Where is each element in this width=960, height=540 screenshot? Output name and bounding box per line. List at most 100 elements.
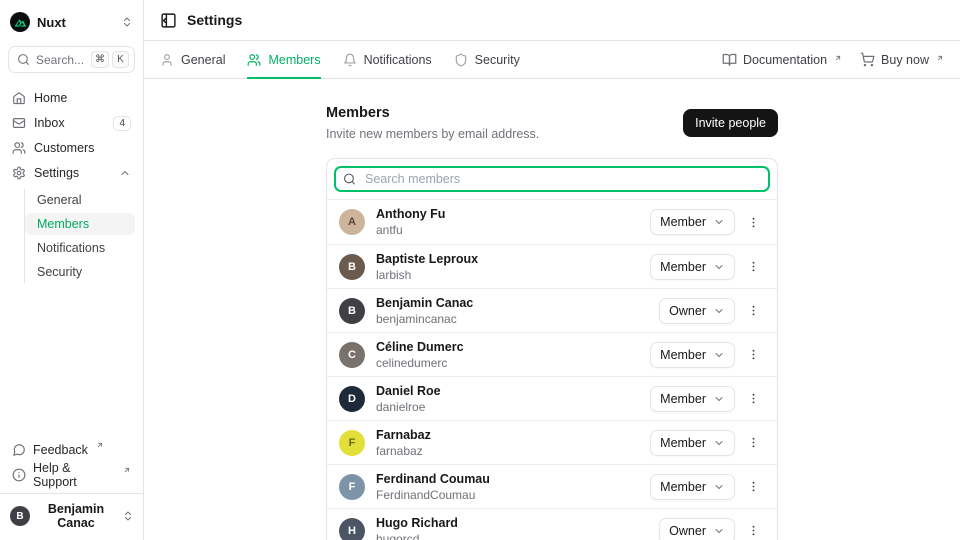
member-actions-menu-button[interactable] [742, 476, 765, 497]
members-description: Invite new members by email address. [326, 127, 539, 141]
sidebar-item-settings-notifications[interactable]: Notifications [25, 237, 135, 259]
user-avatar: B [10, 506, 30, 526]
member-actions-menu-button[interactable] [742, 256, 765, 277]
member-actions-menu-button[interactable] [742, 432, 765, 453]
tab-general[interactable]: General [160, 41, 225, 78]
users-icon [247, 53, 261, 67]
home-icon [12, 91, 26, 105]
documentation-link[interactable]: Documentation [722, 52, 842, 67]
nuxt-logo-icon [10, 12, 30, 32]
member-row: B Baptiste Leproux larbish Member [327, 244, 777, 288]
sidebar-item-settings-security[interactable]: Security [25, 261, 135, 283]
ellipsis-vertical-icon [747, 524, 760, 537]
search-members-input[interactable] [334, 166, 770, 192]
member-username: larbish [376, 268, 478, 282]
member-role-select[interactable]: Member [650, 254, 735, 280]
ellipsis-vertical-icon [747, 436, 760, 449]
member-role-value: Member [660, 260, 706, 274]
member-avatar: B [339, 298, 365, 324]
collapse-sidebar-button[interactable] [160, 12, 177, 29]
chevron-down-icon [713, 349, 725, 361]
members-section-header: Members Invite new members by email addr… [326, 105, 778, 141]
tab-security[interactable]: Security [454, 41, 520, 78]
member-role-select[interactable]: Member [650, 474, 735, 500]
page-header: Settings [144, 0, 960, 41]
sidebar-item-settings-general[interactable]: General [25, 189, 135, 211]
user-menu[interactable]: B Benjamin Canac [0, 493, 144, 532]
member-actions-menu-button[interactable] [742, 212, 765, 233]
member-role-select[interactable]: Owner [659, 298, 735, 324]
chevron-up-icon [119, 167, 131, 179]
member-name: Anthony Fu [376, 207, 445, 221]
sidebar-item-inbox[interactable]: Inbox 4 [8, 112, 135, 134]
main-panel: Settings General Members Notifications S… [144, 0, 960, 540]
settings-tabbar: General Members Notifications Security D… [144, 41, 960, 79]
member-avatar: F [339, 430, 365, 456]
chevrons-up-down-icon [121, 16, 133, 28]
chevron-down-icon [713, 481, 725, 493]
member-role-value: Member [660, 436, 706, 450]
ellipsis-vertical-icon [747, 260, 760, 273]
feedback-link[interactable]: Feedback [8, 439, 135, 460]
member-actions-menu-button[interactable] [742, 344, 765, 365]
ellipsis-vertical-icon [747, 216, 760, 229]
tab-members[interactable]: Members [247, 41, 320, 78]
member-role-value: Member [660, 392, 706, 406]
tab-label: Security [475, 53, 520, 67]
sidebar-item-settings-members[interactable]: Members [25, 213, 135, 235]
inbox-count-badge: 4 [113, 116, 131, 131]
member-role-value: Member [660, 480, 706, 494]
member-username: celinedumerc [376, 356, 464, 370]
sidebar-item-customers[interactable]: Customers [8, 137, 135, 159]
panel-left-close-icon [160, 12, 177, 29]
ellipsis-vertical-icon [747, 348, 760, 361]
member-role-value: Member [660, 348, 706, 362]
sidebar-footer: Feedback Help & Support [8, 439, 135, 493]
member-row: H Hugo Richard hugorcd Owner [327, 508, 777, 540]
ellipsis-vertical-icon [747, 304, 760, 317]
member-name: Ferdinand Coumau [376, 472, 490, 486]
member-name: Daniel Roe [376, 384, 441, 398]
chevron-down-icon [713, 393, 725, 405]
member-role-select[interactable]: Owner [659, 518, 735, 540]
sidebar-search-button[interactable]: Search... ⌘ K [8, 46, 135, 73]
sidebar-search-placeholder: Search... [36, 53, 84, 67]
search-icon [343, 173, 356, 186]
buy-now-link[interactable]: Buy now [860, 52, 944, 67]
member-actions-menu-button[interactable] [742, 520, 765, 540]
member-role-select[interactable]: Member [650, 430, 735, 456]
member-avatar: A [339, 209, 365, 235]
member-username: farnabaz [376, 444, 431, 458]
book-open-icon [722, 52, 737, 67]
tab-label: General [181, 53, 225, 67]
member-username: FerdinandCoumau [376, 488, 490, 502]
member-actions-menu-button[interactable] [742, 300, 765, 321]
member-role-select[interactable]: Member [650, 209, 735, 235]
sidebar-item-home[interactable]: Home [8, 87, 135, 109]
tab-notifications[interactable]: Notifications [343, 41, 432, 78]
help-support-link[interactable]: Help & Support [8, 464, 135, 485]
member-role-select[interactable]: Member [650, 342, 735, 368]
kbd-k: K [112, 51, 129, 68]
member-avatar: B [339, 254, 365, 280]
member-actions-menu-button[interactable] [742, 388, 765, 409]
sidebar: Nuxt Search... ⌘ K Home Inbox 4 Customer… [0, 0, 144, 540]
member-role-select[interactable]: Member [650, 386, 735, 412]
member-name: Baptiste Leproux [376, 252, 478, 266]
user-icon [160, 53, 174, 67]
members-list: A Anthony Fu antfu Member [327, 200, 777, 540]
external-link-icon [936, 54, 944, 62]
tab-label: Notifications [364, 53, 432, 67]
member-avatar: F [339, 474, 365, 500]
chevrons-up-down-icon [122, 510, 134, 522]
invite-people-button[interactable]: Invite people [683, 109, 778, 137]
search-icon [17, 53, 30, 66]
ellipsis-vertical-icon [747, 480, 760, 493]
feedback-label: Feedback [33, 443, 88, 457]
sidebar-item-settings[interactable]: Settings [8, 162, 135, 184]
workspace-switcher[interactable]: Nuxt [8, 10, 135, 34]
chevron-down-icon [713, 525, 725, 537]
member-name: Farnabaz [376, 428, 431, 442]
bell-icon [343, 53, 357, 67]
user-name: Benjamin Canac [37, 502, 115, 530]
